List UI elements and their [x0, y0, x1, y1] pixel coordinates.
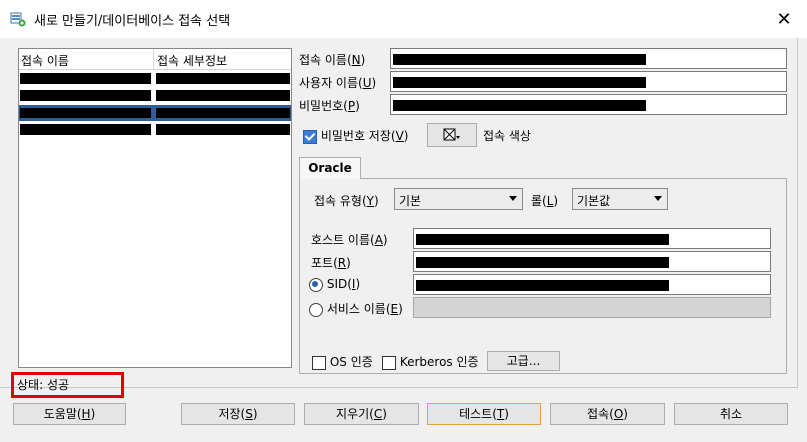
- connection-name-label: 접속 이름(N): [299, 53, 366, 67]
- role-label: 롤(L): [531, 194, 559, 208]
- kerberos-auth-checkbox[interactable]: Kerberos 인증: [382, 353, 479, 370]
- chevron-down-icon: [654, 196, 662, 201]
- clear-button[interactable]: 지우기(C): [304, 403, 419, 425]
- tab-oracle[interactable]: Oracle: [299, 157, 361, 179]
- redacted-text: [416, 280, 669, 291]
- connection-row[interactable]: [19, 88, 291, 104]
- port-label: 포트(R): [311, 256, 351, 270]
- connection-name-field[interactable]: [390, 48, 787, 69]
- password-label: 비밀번호(P): [299, 99, 360, 113]
- connection-type-label: 접속 유형(Y): [314, 194, 379, 208]
- connection-row-selected[interactable]: [19, 105, 291, 121]
- radio-selected[interactable]: [309, 277, 323, 292]
- user-name-field[interactable]: [390, 71, 787, 92]
- test-button[interactable]: 테스트(T): [427, 403, 541, 425]
- redacted-text: [156, 90, 290, 101]
- connection-row[interactable]: [19, 122, 291, 138]
- os-auth-checkbox[interactable]: OS 인증: [312, 353, 373, 370]
- help-button[interactable]: 도움말(H): [13, 403, 126, 425]
- connection-list-header: 접속 이름 접속 세부정보: [19, 49, 291, 70]
- divider: [797, 38, 798, 388]
- close-button[interactable]: ✕: [770, 6, 798, 32]
- connection-row[interactable]: [19, 71, 291, 87]
- chevron-down-icon: [509, 196, 517, 201]
- redacted-text: [156, 108, 290, 118]
- connection-color-button[interactable]: [427, 123, 477, 147]
- hostname-label: 호스트 이름(A): [311, 233, 388, 247]
- redacted-text: [156, 73, 290, 84]
- redacted-text: [393, 77, 646, 88]
- password-field[interactable]: [390, 94, 787, 115]
- service-name-radio[interactable]: 서비스 이름(E): [309, 300, 403, 317]
- redacted-text: [20, 108, 151, 118]
- connection-color-label: 접속 색상: [483, 129, 531, 143]
- redacted-text: [20, 90, 151, 101]
- sid-radio[interactable]: SID(I): [309, 277, 360, 292]
- redacted-text: [416, 234, 669, 245]
- connect-button[interactable]: 접속(O): [550, 403, 665, 425]
- checkbox-unchecked[interactable]: [312, 355, 326, 370]
- user-name-label: 사용자 이름(U): [299, 76, 377, 90]
- role-select[interactable]: 기본값: [572, 188, 668, 210]
- redacted-text: [156, 124, 290, 135]
- checkbox-unchecked[interactable]: [382, 355, 396, 370]
- save-button[interactable]: 저장(S): [181, 403, 295, 425]
- save-password-checkbox[interactable]: 비밀번호 저장(V): [303, 127, 408, 144]
- redacted-text: [20, 124, 151, 135]
- port-field[interactable]: [413, 251, 771, 272]
- connection-list[interactable]: 접속 이름 접속 세부정보: [18, 48, 292, 368]
- hostname-field[interactable]: [413, 228, 771, 249]
- database-connection-icon: [10, 11, 26, 27]
- column-header-details[interactable]: 접속 세부정보: [157, 52, 227, 69]
- redacted-text: [416, 257, 669, 268]
- cancel-button[interactable]: 취소: [674, 403, 788, 425]
- advanced-button[interactable]: 고급...: [487, 351, 560, 371]
- radio-unselected[interactable]: [309, 302, 323, 317]
- close-icon: ✕: [776, 8, 792, 30]
- color-picker-icon: [443, 128, 460, 141]
- column-header-name[interactable]: 접속 이름: [21, 52, 69, 69]
- status-text: 상태: 성공: [17, 378, 70, 392]
- redacted-text: [393, 54, 646, 65]
- service-name-field: [413, 297, 771, 318]
- connection-type-select[interactable]: 기본: [394, 188, 523, 210]
- redacted-text: [20, 73, 151, 84]
- checkbox-checked[interactable]: [303, 129, 317, 144]
- sid-field[interactable]: [413, 274, 771, 295]
- window-title: 새로 만들기/데이터베이스 접속 선택: [34, 14, 231, 29]
- column-separator: [153, 49, 154, 69]
- redacted-text: [393, 100, 646, 111]
